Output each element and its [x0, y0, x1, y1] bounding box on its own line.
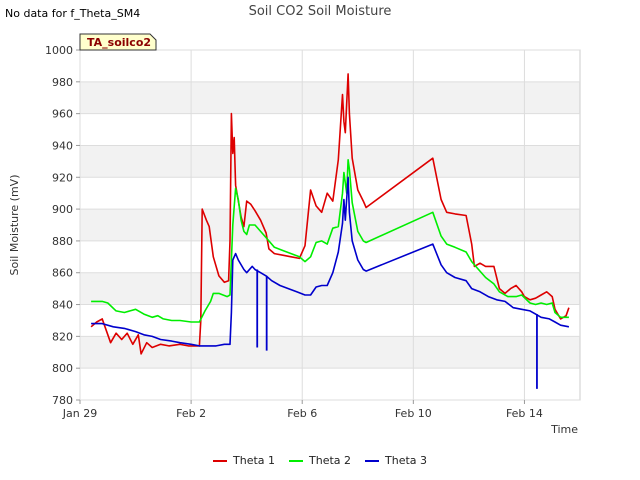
plot-band	[80, 145, 580, 178]
plot-band	[80, 113, 580, 146]
legend-label: Theta 2	[308, 454, 351, 467]
plot-background-bands	[80, 50, 580, 400]
y-axis-ticks: 780 800 820 840 860 880 900 920 940 960 980 1000	[45, 44, 80, 407]
y-tick-label: 820	[52, 330, 73, 343]
x-tick-label: Feb 2	[176, 407, 206, 420]
y-tick-label: 860	[52, 267, 73, 280]
legend-label: Theta 3	[384, 454, 427, 467]
y-tick-label: 1000	[45, 44, 73, 57]
x-tick-label: Jan 29	[62, 407, 97, 420]
y-tick-label: 780	[52, 394, 73, 407]
plot-band	[80, 240, 580, 273]
plot-band	[80, 177, 580, 210]
x-tick-label: Feb 10	[395, 407, 432, 420]
y-tick-label: 800	[52, 362, 73, 375]
x-tick-label: Feb 14	[506, 407, 543, 420]
y-tick-label: 940	[52, 139, 73, 152]
soil-moisture-chart: 780 800 820 840 860 880 900 920 940 960 980 1000 Ja…	[8, 4, 581, 467]
legend-label: Theta 1	[232, 454, 275, 467]
tag-badge-label: TA_soilco2	[87, 36, 151, 49]
legend-item-theta-2: Theta 2	[289, 454, 351, 467]
plot-band	[80, 368, 580, 400]
y-tick-label: 840	[52, 299, 73, 312]
plot-band	[80, 81, 580, 114]
y-tick-label: 880	[52, 235, 73, 248]
y-tick-label: 980	[52, 76, 73, 89]
plot-band	[80, 336, 580, 369]
tag-badge: TA_soilco2	[79, 33, 157, 51]
y-tick-label: 920	[52, 171, 73, 184]
x-axis-label: Time	[550, 423, 578, 436]
legend-item-theta-1: Theta 1	[213, 454, 275, 467]
y-tick-label: 960	[52, 108, 73, 121]
legend: Theta 1 Theta 2 Theta 3	[213, 454, 427, 467]
y-axis-label: Soil Moisture (mV)	[8, 175, 21, 276]
x-axis-ticks: Jan 29 Feb 2 Feb 6 Feb 10 Feb 14	[62, 400, 543, 420]
chart-title: Soil CO2 Soil Moisture	[249, 4, 392, 19]
legend-item-theta-3: Theta 3	[365, 454, 427, 467]
y-tick-label: 900	[52, 203, 73, 216]
plot-band	[80, 304, 580, 337]
plot-band	[80, 50, 580, 82]
x-tick-label: Feb 6	[287, 407, 317, 420]
